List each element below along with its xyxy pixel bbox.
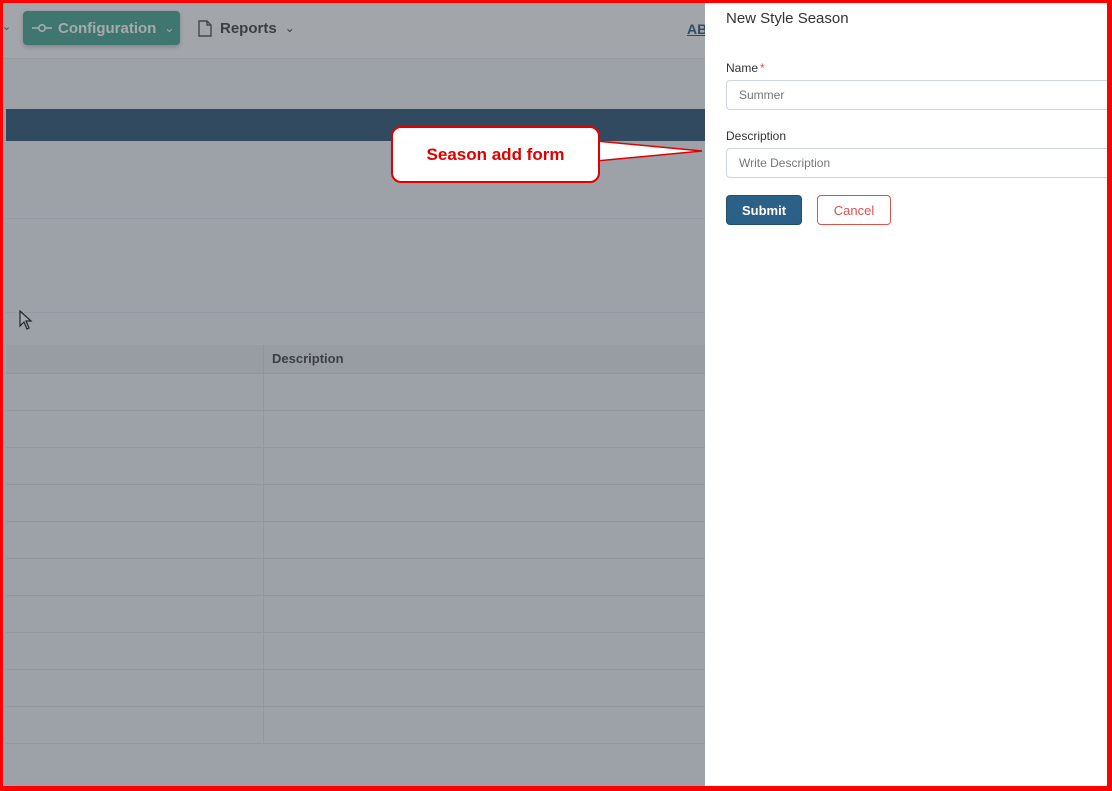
modal-backdrop[interactable] [0, 0, 705, 791]
name-input[interactable] [726, 80, 1112, 110]
required-mark: * [760, 61, 765, 75]
annotation-text: Season add form [426, 144, 565, 164]
callout-pointer [596, 140, 703, 162]
description-label: Description [726, 129, 787, 143]
panel-title: New Style Season [726, 10, 849, 27]
season-add-panel: New Style Season Name* Description Submi… [705, 0, 1112, 791]
description-input[interactable] [726, 148, 1112, 178]
cancel-button[interactable]: Cancel [817, 195, 891, 225]
submit-button[interactable]: Submit [726, 195, 802, 225]
annotation-callout: Season add form [391, 126, 600, 183]
name-label: Name * [726, 61, 765, 75]
